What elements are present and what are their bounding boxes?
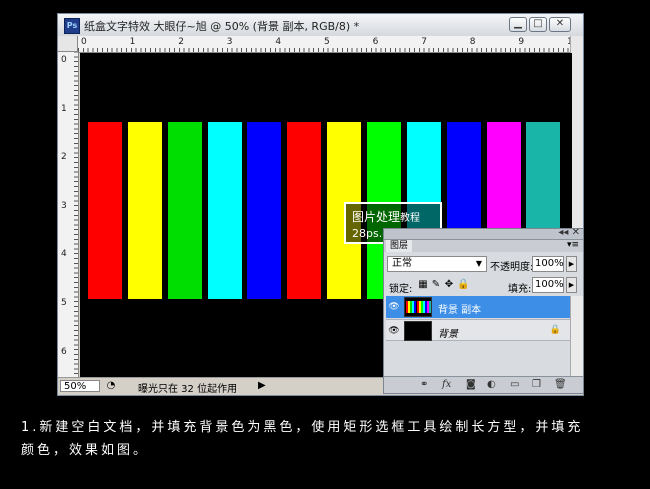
- title-bar[interactable]: Ps 纸盒文字特效 大眼仔~旭 @ 50% (背景 副本, RGB/8) * ▁…: [58, 14, 583, 37]
- panel-menu-icon[interactable]: ▾≡: [567, 240, 579, 250]
- lock-label: 锁定:: [389, 284, 413, 295]
- fill-label: 填充:: [508, 284, 532, 295]
- color-bar: [207, 122, 242, 299]
- ruler-top-label: 7: [421, 37, 427, 47]
- panel-footer: ⚭ fx ◙ ◐ ▭ ❐ 🗑: [384, 376, 583, 393]
- layer-thumbnail: [404, 321, 432, 341]
- photoshop-app-icon: Ps: [64, 18, 80, 34]
- lock-all-icon[interactable]: 🔒: [457, 279, 469, 290]
- opacity-input[interactable]: 100%: [532, 256, 564, 272]
- color-bar: [287, 122, 322, 299]
- ruler-top-label: 2: [178, 37, 184, 47]
- zoom-field[interactable]: 50%: [60, 380, 100, 392]
- layer-row-background[interactable]: 👁 背景 🔒: [386, 319, 571, 341]
- ruler-top-label: 4: [275, 37, 282, 47]
- watermark-line1: 图片处理教程: [352, 210, 421, 224]
- document-title: 纸盒文字特效 大眼仔~旭 @ 50% (背景 副本, RGB/8) *: [84, 20, 360, 33]
- ruler-left-label: 3: [61, 200, 67, 211]
- caption-line2: 颜色，效果如图。: [21, 443, 150, 458]
- ruler-left-label: 4: [61, 249, 67, 260]
- caption-line1: 1.新建空白文档，并填充背景色为黑色，使用矩形选框工具绘制长方型，并填充: [21, 420, 584, 435]
- status-info-icon[interactable]: ◔: [104, 380, 118, 392]
- tab-layers[interactable]: 图层: [386, 240, 413, 252]
- ruler-top-label: 9: [518, 37, 525, 47]
- new-layer-icon[interactable]: ❐: [532, 379, 541, 390]
- maximize-icon[interactable]: □: [529, 17, 547, 32]
- fill-input[interactable]: 100%: [532, 277, 564, 293]
- ruler-top-label: 5: [324, 37, 330, 47]
- opacity-slider-button[interactable]: ▶: [566, 256, 577, 272]
- caption: 1.新建空白文档，并填充背景色为黑色，使用矩形选框工具绘制长方型，并填充 颜色，…: [21, 416, 641, 462]
- minimize-icon[interactable]: ▁: [509, 17, 527, 32]
- new-group-icon[interactable]: ▭: [510, 379, 519, 390]
- layer-row-background-copy[interactable]: 👁 背景 副本: [386, 296, 571, 318]
- ruler-left-label: 2: [61, 152, 67, 163]
- blend-mode-select[interactable]: 正常 ▼: [387, 256, 487, 272]
- layers-panel: ◂◂ ✕ 图层 ▾≡ 正常 ▼ 不透明度: 100% ▶ 锁定: ▦ ✎ ✥ 🔒 …: [383, 227, 584, 394]
- layer-style-icon[interactable]: fx: [442, 379, 451, 390]
- close-icon[interactable]: ✕: [549, 17, 571, 32]
- lock-move-icon[interactable]: ✥: [444, 279, 454, 290]
- panel-header[interactable]: ◂◂ ✕: [384, 227, 583, 240]
- ruler-top-label: 1: [129, 37, 136, 47]
- color-bar: [247, 122, 282, 299]
- adjustment-layer-icon[interactable]: ◐: [487, 379, 496, 390]
- ruler-top-label: 6: [372, 37, 379, 47]
- ruler-left-label: 6: [61, 346, 67, 357]
- lock-brush-icon[interactable]: ✎: [431, 279, 441, 290]
- chevron-down-icon: ▼: [475, 259, 482, 268]
- ruler-left-label: 0: [61, 55, 67, 65]
- layer-name: 背景: [438, 329, 458, 340]
- link-layers-icon[interactable]: ⚭: [420, 379, 428, 390]
- ruler-top-label: 0: [81, 37, 87, 47]
- ruler-horizontal[interactable]: 012345678910: [78, 36, 578, 53]
- ruler-vertical[interactable]: 0 1 2 3 4 5 6: [58, 52, 79, 379]
- color-bar: [127, 122, 162, 299]
- color-bar: [167, 122, 202, 299]
- panel-scrollbar[interactable]: [570, 296, 583, 376]
- eye-icon[interactable]: 👁: [387, 301, 401, 313]
- thumbnail-bar: [429, 301, 431, 313]
- status-menu-arrow-icon[interactable]: ▶: [258, 380, 266, 391]
- layer-name: 背景 副本: [438, 305, 482, 316]
- trash-icon[interactable]: 🗑: [554, 379, 567, 390]
- opacity-label: 不透明度:: [490, 262, 534, 273]
- ruler-left-label: 5: [61, 298, 67, 308]
- color-bar: [88, 122, 122, 299]
- lock-icon: 🔒: [549, 325, 561, 335]
- ruler-top-label: 8: [469, 37, 476, 47]
- fill-slider-button[interactable]: ▶: [566, 277, 577, 293]
- layer-thumbnail: [404, 297, 432, 317]
- ruler-corner[interactable]: [58, 36, 78, 52]
- status-text: 曝光只在 32 位起作用: [138, 384, 238, 395]
- eye-icon[interactable]: 👁: [387, 325, 401, 337]
- add-mask-icon[interactable]: ◙: [466, 379, 476, 390]
- lock-transparent-icon[interactable]: ▦: [418, 279, 428, 290]
- panel-collapse-icon[interactable]: ◂◂ ✕: [558, 227, 580, 238]
- ruler-top-label: 3: [226, 37, 233, 47]
- ruler-left-label: 1: [61, 103, 67, 114]
- panel-tabs: 图层 ▾≡: [384, 240, 583, 252]
